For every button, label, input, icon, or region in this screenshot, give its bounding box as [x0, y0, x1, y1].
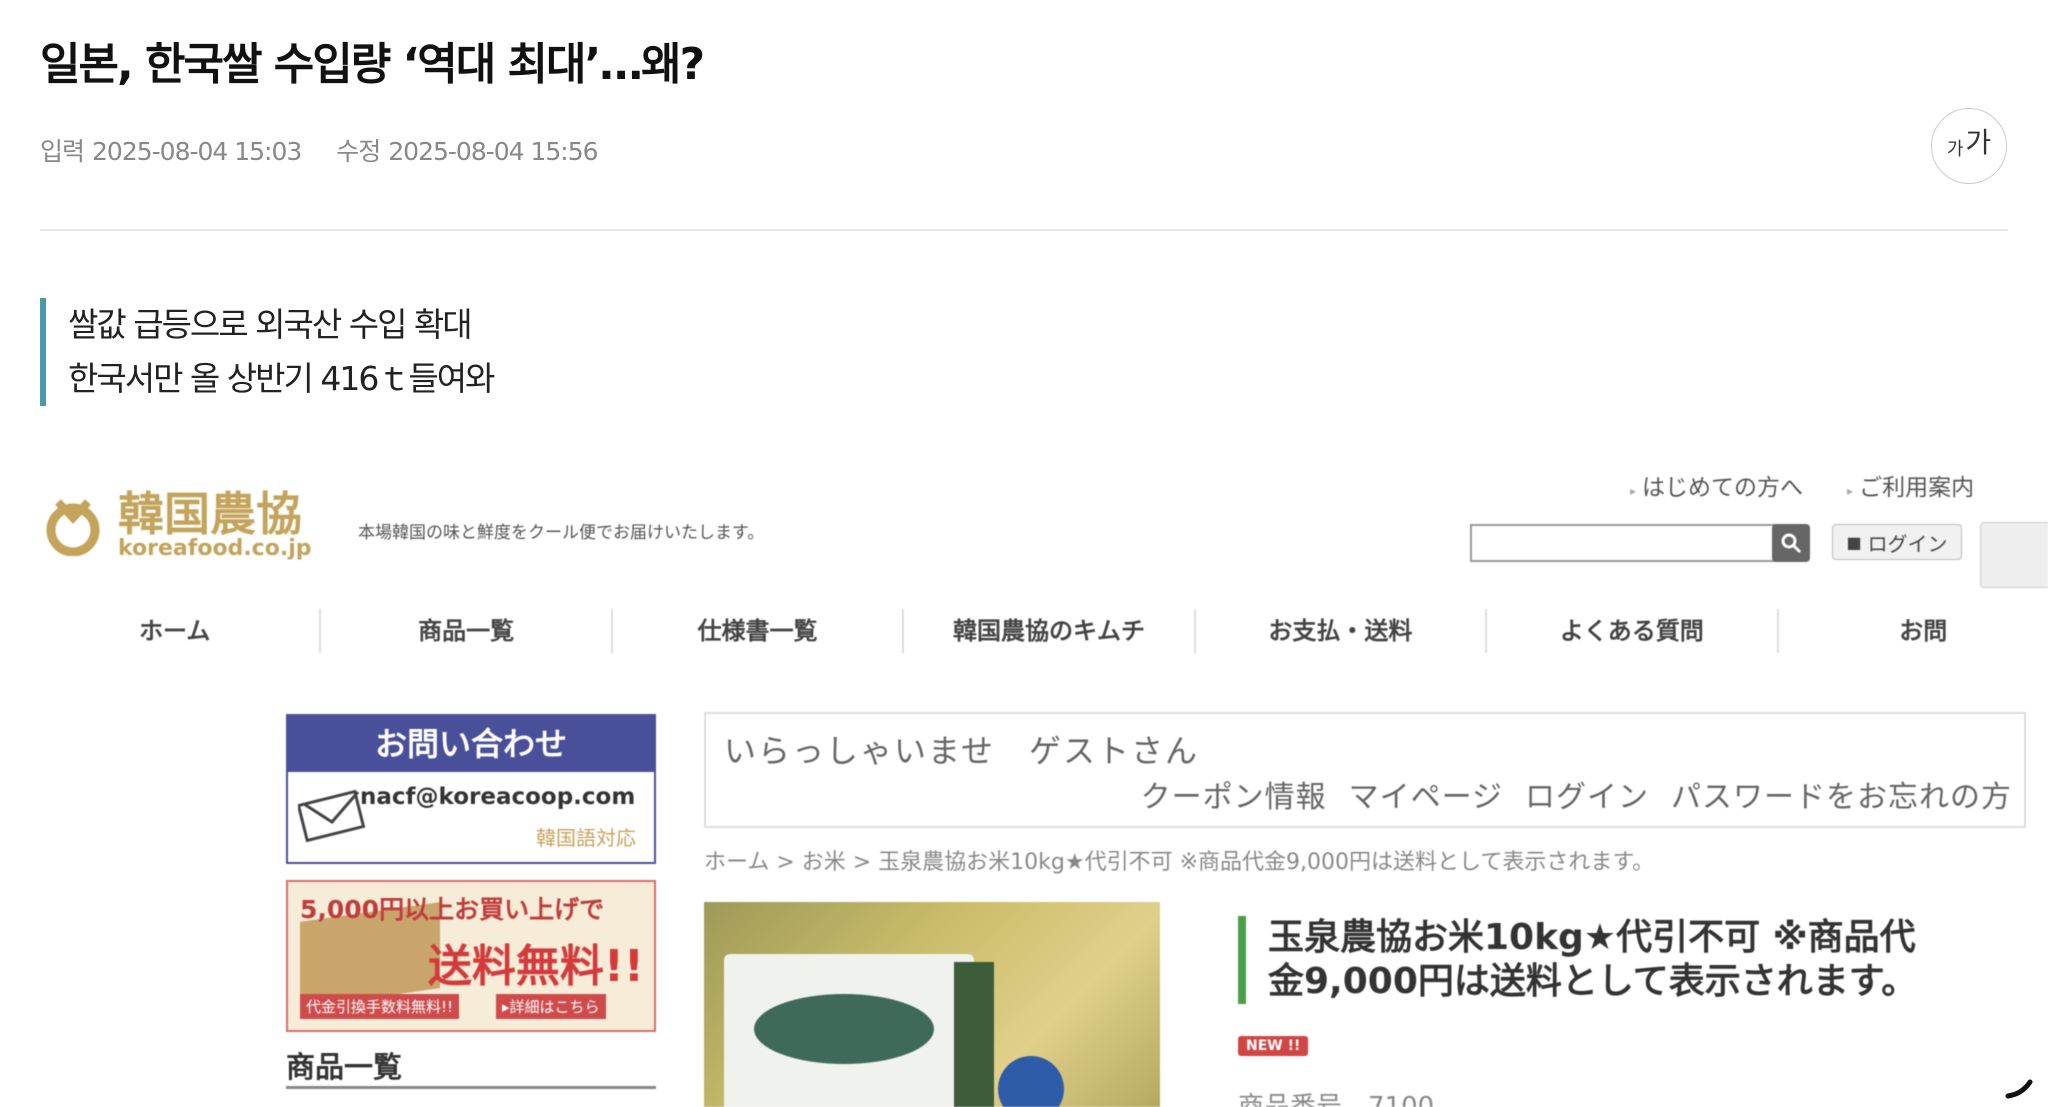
- summary-line-2: 한국서만 올 상반기 416ｔ들여와: [68, 359, 495, 398]
- welcome-box: いらっしゃいませ ゲストさん クーポン情報 マイページ ログイン パスワードをお忘れの…: [704, 712, 2026, 828]
- site-nav-bar: ホーム 商品一覧 仕様書一覧 韓国農協のキムチ お支払・送料 よくある質問 お問: [30, 598, 2048, 664]
- input-label: 입력: [40, 137, 85, 166]
- side-list-divider: [286, 1086, 656, 1089]
- welcome-link-login: ログイン: [1525, 780, 1649, 815]
- top-link-guide: ご利用案内: [1847, 468, 1974, 502]
- search-icon: [1772, 524, 1810, 562]
- welcome-link-password: パスワードをお忘れの方: [1671, 780, 2012, 815]
- shipping-line-1: 5,000円以上お買い上げで: [300, 895, 605, 924]
- nav-item-products: 商品一覧: [321, 609, 613, 653]
- bag-side-panel: [954, 962, 994, 1107]
- top-links: はじめての方へ ご利用案内: [1630, 468, 1974, 502]
- rice-bag-illustration: [724, 954, 974, 1107]
- nav-item-specs: 仕様書一覧: [613, 609, 905, 653]
- input-time: 2025-08-04 15:03: [92, 137, 302, 166]
- nav-item-faq: よくある質問: [1487, 609, 1779, 653]
- scroll-swoosh-icon: [2005, 1079, 2033, 1099]
- koreafood-logo: 韓国農協 koreafood.co.jp: [42, 490, 311, 560]
- side-list-title: 商品一覧: [286, 1050, 403, 1084]
- contact-email: nacf@koreacoop.com: [360, 784, 636, 810]
- nav-item-home: ホーム: [30, 609, 322, 653]
- contact-box: お問い合わせ nacf@koreacoop.com 韓国語対応: [286, 714, 656, 864]
- header-divider: [40, 229, 2008, 231]
- nav-item-payment: お支払・送料: [1196, 609, 1488, 653]
- article-summary: 쌀값 급등으로 외국산 수입 확대 한국서만 올 상반기 416ｔ들여와: [40, 298, 740, 406]
- shipping-details-link: ▸詳細はこちら: [496, 994, 606, 1019]
- logo-domain-text: koreafood.co.jp: [118, 536, 312, 561]
- rice-product-photo: [704, 902, 1160, 1107]
- new-badge: NEW !!: [1238, 1036, 1309, 1056]
- envelope-icon: [298, 789, 366, 842]
- font-size-button[interactable]: 가가: [1931, 108, 2007, 184]
- contact-heading: お問い合わせ: [288, 716, 654, 772]
- font-size-big-glyph: 가: [1965, 126, 1992, 159]
- welcome-link-coupon: クーポン情報: [1140, 780, 1327, 815]
- product-number: 商品番号 7100: [1238, 1092, 1435, 1107]
- lock-icon: ■: [1846, 532, 1862, 552]
- product-title: 玉泉農協お米10kg★代引不可 ※商品代 金9,000円は送料として表示されます…: [1238, 916, 1917, 1004]
- edit-time: 2025-08-04 15:56: [388, 137, 598, 166]
- product-title-line-2: 金9,000円は送料として表示されます。: [1268, 961, 1918, 1002]
- site-login-button: ■ ログイン: [1832, 524, 1962, 560]
- nav-item-contact: お問: [1779, 609, 2048, 653]
- bag-badge: [998, 1056, 1064, 1107]
- contact-korean-note: 韓国語対応: [536, 826, 636, 850]
- nav-item-kimchi: 韓国農協のキムチ: [904, 609, 1196, 653]
- site-search-input: [1470, 524, 1776, 562]
- welcome-link-mypage: マイページ: [1348, 780, 1503, 815]
- product-title-line-1: 玉泉農協お米10kg★代引不可 ※商品代: [1268, 917, 1916, 958]
- summary-line-1: 쌀값 급등으로 외국산 수입 확대: [68, 305, 473, 344]
- article-timestamps: 입력 2025-08-04 15:03 수정 2025-08-04 15:56: [40, 132, 626, 168]
- welcome-links: クーポン情報 マイページ ログイン パスワードをお忘れの方: [1119, 772, 2012, 816]
- font-size-small-glyph: 가: [1946, 139, 1964, 160]
- top-link-first-time: はじめての方へ: [1630, 468, 1803, 502]
- shipping-line-3: 代金引換手数料無料!!: [300, 994, 460, 1019]
- free-shipping-banner: 5,000円以上お買い上げで 送料無料!! 代金引換手数料無料!! ▸詳細はこち…: [286, 880, 656, 1032]
- product-breadcrumb: ホーム > お米 > 玉泉農協お米10kg★代引不可 ※商品代金9,000円は送…: [704, 850, 1655, 875]
- site-login-label: ログイン: [1867, 531, 1948, 556]
- article-image-screenshot: 韓国農協 koreafood.co.jp 本場韓国の味と鮮度をクール便でお届けい…: [30, 462, 2048, 1107]
- site-tagline: 本場韓国の味と鮮度をクール便でお届けいたします。: [358, 523, 765, 543]
- cart-icon: [1980, 522, 2048, 588]
- article-headline: 일본, 한국쌀 수입량 ‘역대 최대’…왜?: [40, 39, 705, 90]
- logo-emblem-icon: [46, 499, 100, 556]
- edit-label: 수정: [336, 137, 381, 166]
- shipping-line-2: 送料無料!!: [427, 941, 644, 992]
- welcome-greeting: いらっしゃいませ ゲストさん: [724, 732, 1200, 770]
- logo-main-text: 韓国農協: [118, 487, 302, 541]
